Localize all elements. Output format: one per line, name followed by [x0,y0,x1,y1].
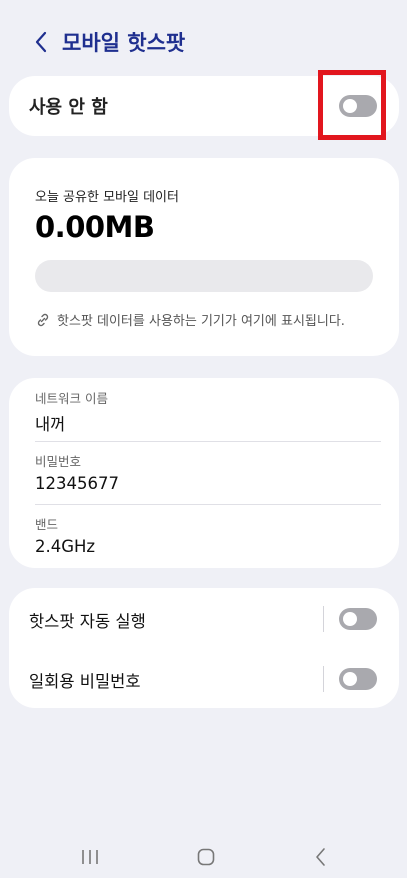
vertical-divider [323,606,324,632]
usage-bar [35,260,373,292]
network-info-card: 네트워크 이름 내꺼 비밀번호 12345677 밴드 2.4GHz [9,378,399,568]
toggle-knob [343,672,357,686]
divider [35,441,381,442]
password-value: 12345677 [35,474,119,493]
back-icon [316,848,325,866]
back-button[interactable] [26,22,56,62]
recents-icon [82,850,98,864]
master-switch-label: 사용 안 함 [29,97,108,118]
network-name-row[interactable]: 네트워크 이름 내꺼 [35,388,381,435]
one-time-password-row[interactable]: 일회용 비밀번호 [9,648,399,708]
one-time-password-toggle[interactable] [339,668,377,690]
home-button[interactable] [186,842,226,872]
link-icon [35,312,51,328]
band-value: 2.4GHz [35,537,96,556]
chevron-left-icon [35,31,47,53]
app-header: 모바일 핫스팟 [0,22,407,62]
auto-hotspot-label: 핫스팟 자동 실행 [29,612,146,631]
data-usage-note-text: 핫스팟 데이터를 사용하는 기기가 여기에 표시됩니다. [57,314,345,329]
divider [35,504,381,505]
data-usage-card: 오늘 공유한 모바일 데이터 0.00MB 핫스팟 데이터를 사용하는 기기가 … [9,158,399,356]
toggle-knob [343,612,357,626]
data-usage-value: 0.00MB [35,210,155,244]
network-name-value: 내꺼 [35,415,66,434]
password-row[interactable]: 비밀번호 12345677 [35,451,381,493]
network-name-label: 네트워크 이름 [35,391,108,406]
page-title: 모바일 핫스팟 [62,31,186,55]
band-label: 밴드 [35,517,59,532]
one-time-password-label: 일회용 비밀번호 [29,672,141,691]
band-row[interactable]: 밴드 2.4GHz [35,514,381,556]
password-label: 비밀번호 [35,454,82,469]
nav-back-button[interactable] [301,842,341,872]
data-usage-label: 오늘 공유한 모바일 데이터 [35,190,179,205]
settings-toggles-card: 핫스팟 자동 실행 일회용 비밀번호 [9,588,399,708]
auto-hotspot-toggle[interactable] [339,608,377,630]
system-navigation-bar [0,838,407,874]
home-icon [197,848,215,866]
recents-button[interactable] [70,842,110,872]
auto-hotspot-row[interactable]: 핫스팟 자동 실행 [9,588,399,648]
vertical-divider [323,666,324,692]
highlight-box [318,70,386,140]
data-usage-note: 핫스팟 데이터를 사용하는 기기가 여기에 표시됩니다. [35,310,345,329]
